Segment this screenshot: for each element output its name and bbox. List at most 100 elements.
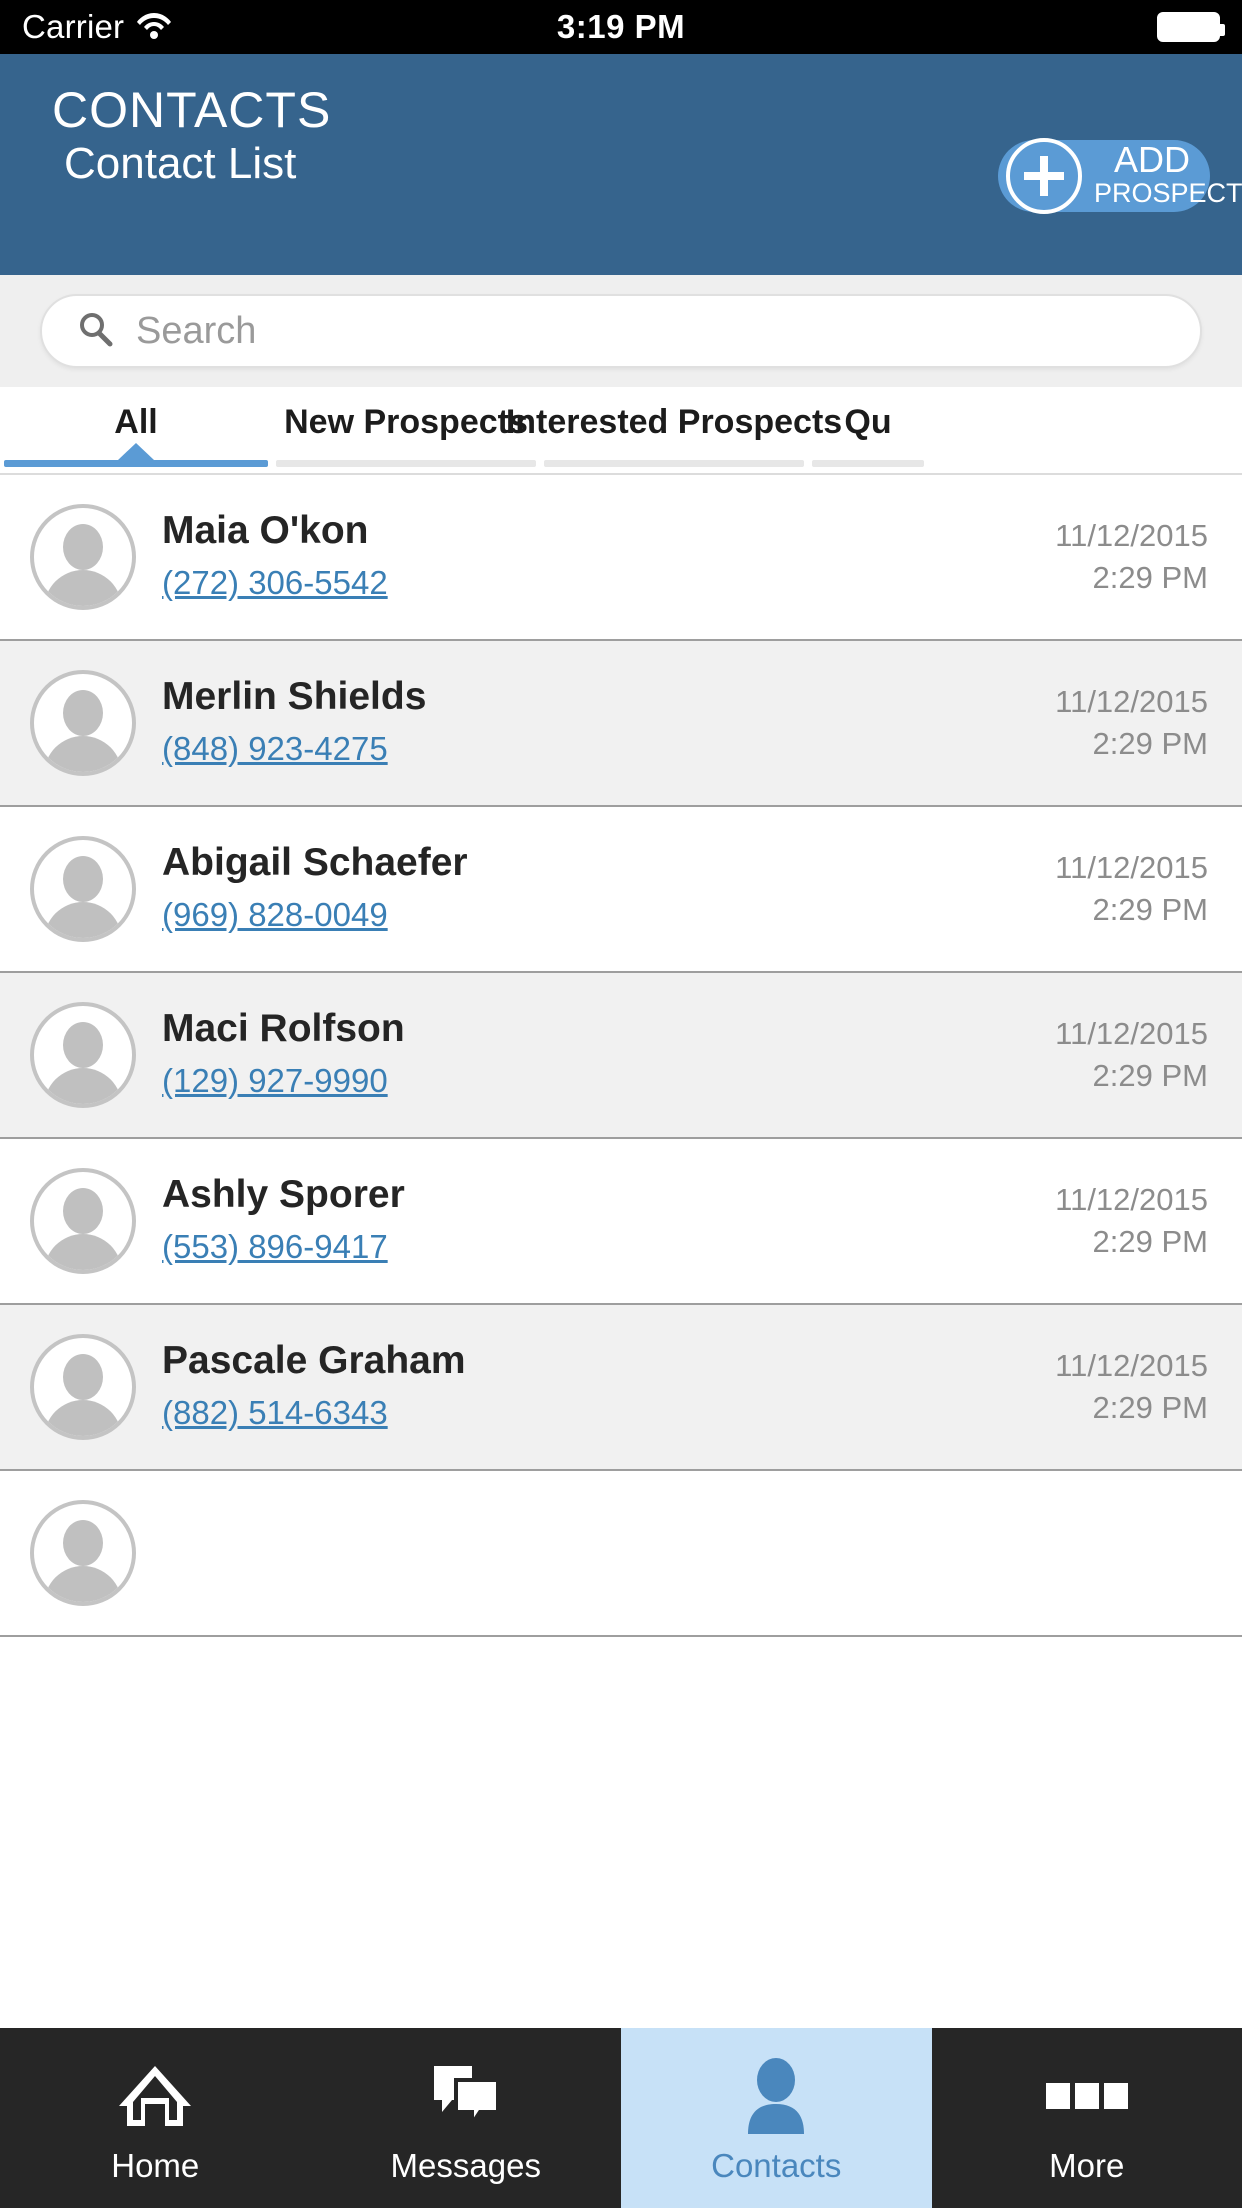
person-placeholder-icon — [30, 504, 136, 610]
tab-label: Qu — [844, 403, 892, 441]
header-titles: CONTACTS Contact List — [52, 82, 331, 190]
search-input[interactable] — [136, 309, 1166, 353]
tab-interested-prospects[interactable]: Interested Prospects — [506, 387, 842, 473]
contact-info: Ashly Sporer (553) 896-9417 — [162, 1171, 1055, 1272]
contact-phone-link[interactable]: (848) 923-4275 — [162, 725, 388, 773]
search-box[interactable] — [40, 294, 1202, 368]
tab-label: More — [1049, 2147, 1125, 2184]
contact-timestamp: 11/12/2015 2:29 PM — [1055, 1013, 1208, 1097]
person-placeholder-icon — [30, 1334, 136, 1440]
contact-phone-link[interactable]: (272) 306-5542 — [162, 559, 388, 607]
contact-date: 11/12/2015 — [1055, 1348, 1208, 1384]
contact-list[interactable]: Maia O'kon (272) 306-5542 11/12/2015 2:2… — [0, 473, 1242, 2028]
status-bar: Carrier 3:19 PM — [0, 0, 1242, 54]
contact-info: Maci Rolfson (129) 927-9990 — [162, 1005, 1055, 1106]
contact-info — [162, 1544, 1208, 1562]
contact-date: 11/12/2015 — [1055, 1182, 1208, 1218]
table-row[interactable]: Maia O'kon (272) 306-5542 11/12/2015 2:2… — [0, 475, 1242, 641]
avatar-head — [63, 524, 103, 570]
contact-name: Abigail Schaefer — [162, 840, 468, 884]
contact-date: 11/12/2015 — [1055, 850, 1208, 886]
person-placeholder-icon — [30, 1168, 136, 1274]
home-icon — [115, 2057, 195, 2135]
add-button-label: ADD — [1113, 139, 1190, 180]
tab-underline — [812, 460, 924, 467]
contact-phone-link[interactable]: (882) 514-6343 — [162, 1389, 388, 1437]
contact-time: 2:29 PM — [1092, 1058, 1208, 1093]
contact-name: Pascale Graham — [162, 1338, 466, 1382]
table-row[interactable]: Maci Rolfson (129) 927-9990 11/12/2015 2… — [0, 973, 1242, 1139]
plus-vertical-bar — [1040, 156, 1048, 196]
avatar-body — [44, 1234, 122, 1270]
messages-icon — [426, 2057, 506, 2135]
avatar-head — [63, 856, 103, 902]
contact-time: 2:29 PM — [1092, 560, 1208, 595]
wifi-icon — [136, 10, 172, 45]
contact-timestamp: 11/12/2015 2:29 PM — [1055, 847, 1208, 931]
table-row[interactable]: Abigail Schaefer (969) 828-0049 11/12/20… — [0, 807, 1242, 973]
tab-label: Messages — [390, 2147, 541, 2184]
contact-phone-link[interactable]: (129) 927-9990 — [162, 1057, 388, 1105]
table-row[interactable] — [0, 1471, 1242, 1637]
avatar-body — [44, 736, 122, 772]
tab-messages[interactable]: Messages — [311, 2028, 622, 2208]
contact-info: Maia O'kon (272) 306-5542 — [162, 507, 1055, 608]
table-row[interactable]: Merlin Shields (848) 923-4275 11/12/2015… — [0, 641, 1242, 807]
tab-home[interactable]: Home — [0, 2028, 311, 2208]
avatar-head — [63, 1354, 103, 1400]
avatar-body — [44, 1400, 122, 1436]
page-title: CONTACTS — [52, 82, 332, 138]
contact-name: Maci Rolfson — [162, 1006, 405, 1050]
contact-date: 11/12/2015 — [1055, 518, 1208, 554]
bottom-tab-bar: Home Messages Contacts More — [0, 2028, 1242, 2208]
page-subtitle: Contact List — [64, 139, 297, 188]
filter-tabs[interactable]: All New Prospects Interested Prospects Q… — [0, 387, 1242, 473]
tab-label: New Prospects — [284, 403, 528, 441]
carrier-label: Carrier — [22, 8, 125, 45]
add-button-sublabel: PROSPECTS — [1094, 178, 1242, 208]
tab-label: Interested Prospects — [505, 403, 843, 441]
search-area — [0, 275, 1242, 387]
tab-underline — [4, 460, 268, 467]
contact-info: Abigail Schaefer (969) 828-0049 — [162, 839, 1055, 940]
tab-label: Home — [111, 2147, 200, 2184]
contact-date: 11/12/2015 — [1055, 684, 1208, 720]
tab-more[interactable]: More — [932, 2028, 1242, 2208]
contact-phone-link[interactable]: (553) 896-9417 — [162, 1223, 388, 1271]
avatar-head — [63, 690, 103, 736]
tab-new-prospects[interactable]: New Prospects — [272, 387, 540, 473]
contact-time: 2:29 PM — [1092, 1390, 1208, 1425]
avatar-head — [63, 1520, 103, 1566]
search-icon — [76, 310, 114, 353]
contacts-person-icon — [736, 2057, 816, 2135]
table-row[interactable]: Ashly Sporer (553) 896-9417 11/12/2015 2… — [0, 1139, 1242, 1305]
avatar-body — [44, 1566, 122, 1602]
add-prospects-button[interactable]: ADD PROSPECTS — [998, 138, 1242, 214]
person-placeholder-icon — [30, 1500, 136, 1606]
contact-info: Pascale Graham (882) 514-6343 — [162, 1337, 1055, 1438]
battery-icon — [1157, 12, 1225, 42]
tab-all[interactable]: All — [0, 387, 272, 473]
plus-circle-icon — [1006, 138, 1082, 214]
status-bar-right — [1157, 12, 1225, 42]
person-placeholder-icon — [30, 1002, 136, 1108]
contact-timestamp: 11/12/2015 2:29 PM — [1055, 1179, 1208, 1263]
avatar-body — [44, 1068, 122, 1104]
status-bar-left: Carrier — [22, 8, 172, 46]
person-placeholder-icon — [30, 836, 136, 942]
avatar-body — [44, 902, 122, 938]
contact-time: 2:29 PM — [1092, 726, 1208, 761]
contact-phone-link[interactable]: (969) 828-0049 — [162, 891, 388, 939]
app-screen: Carrier 3:19 PM CONTACTS Contact List AD… — [0, 0, 1242, 2208]
tab-contacts[interactable]: Contacts — [621, 2028, 932, 2208]
contact-time: 2:29 PM — [1092, 1224, 1208, 1259]
table-row[interactable]: Pascale Graham (882) 514-6343 11/12/2015… — [0, 1305, 1242, 1471]
tab-qualified-prospects[interactable]: Qu — [808, 387, 928, 473]
avatar-body — [44, 570, 122, 606]
tab-label: All — [114, 403, 158, 441]
tab-label: Contacts — [711, 2147, 842, 2184]
contact-name: Maia O'kon — [162, 508, 369, 552]
tab-underline — [276, 460, 536, 467]
contact-timestamp: 11/12/2015 2:29 PM — [1055, 681, 1208, 765]
page-header: CONTACTS Contact List ADD PROSPECTS — [0, 54, 1242, 275]
